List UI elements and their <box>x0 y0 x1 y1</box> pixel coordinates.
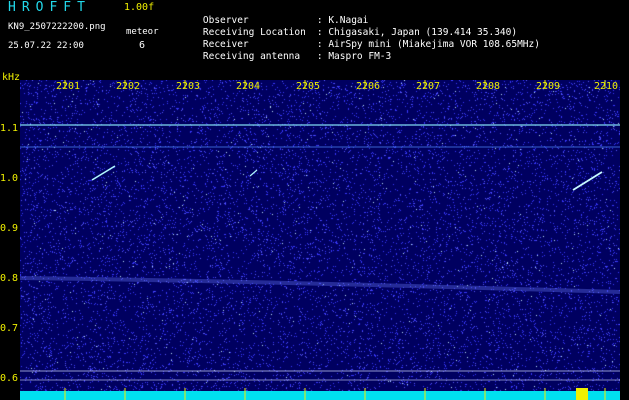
y-tick-label: 1.1 <box>0 123 19 134</box>
y-tick-label: 0.8 <box>0 273 19 284</box>
x-tick-label: 2204 <box>236 81 261 92</box>
y-axis-unit: kHz <box>2 72 21 83</box>
antenna-value: : Maspro FM-3 <box>316 51 392 62</box>
x-tick-label: 2209 <box>536 81 561 92</box>
x-tick-label: 2208 <box>476 81 501 92</box>
baseline-bar <box>20 391 620 400</box>
file-name: KN9_2507222200.png <box>8 22 106 32</box>
meteor-echo <box>91 165 116 181</box>
x-tick-label: 2205 <box>296 81 321 92</box>
meteor-marker <box>576 388 588 400</box>
y-tick-label: 1.0 <box>0 173 19 184</box>
timestamp: 25.07.22 22:00 <box>8 41 84 51</box>
meteor-count: 6 <box>139 40 146 51</box>
x-tick-label: 2202 <box>116 81 141 92</box>
meteor-echo <box>249 169 258 177</box>
x-tick-marks <box>64 80 606 400</box>
app-title: HROFFT <box>8 0 91 15</box>
meteor-label: meteor <box>126 27 159 37</box>
spectrogram-overlay <box>20 80 620 400</box>
y-tick-label: 0.9 <box>0 223 19 234</box>
x-tick-label: 2210 <box>594 81 619 92</box>
x-tick-label: 2203 <box>176 81 201 92</box>
x-tick-label: 2201 <box>56 81 81 92</box>
header-panel: HROFFT 1.00f KN9_2507222200.png meteor 2… <box>0 0 629 83</box>
y-tick-label: 0.6 <box>0 373 19 384</box>
antenna-label: Receiving antenna <box>202 51 301 62</box>
app-version: 1.00f <box>124 2 155 13</box>
antenna-row: Receiving antenna : Maspro FM-3 <box>180 40 391 73</box>
meteor-echo <box>572 171 603 191</box>
doppler-band <box>20 276 620 294</box>
y-tick-label: 0.7 <box>0 323 19 334</box>
x-tick-label: 2207 <box>416 81 441 92</box>
x-tick-label: 2206 <box>356 81 381 92</box>
spectrogram-plot <box>20 80 620 400</box>
